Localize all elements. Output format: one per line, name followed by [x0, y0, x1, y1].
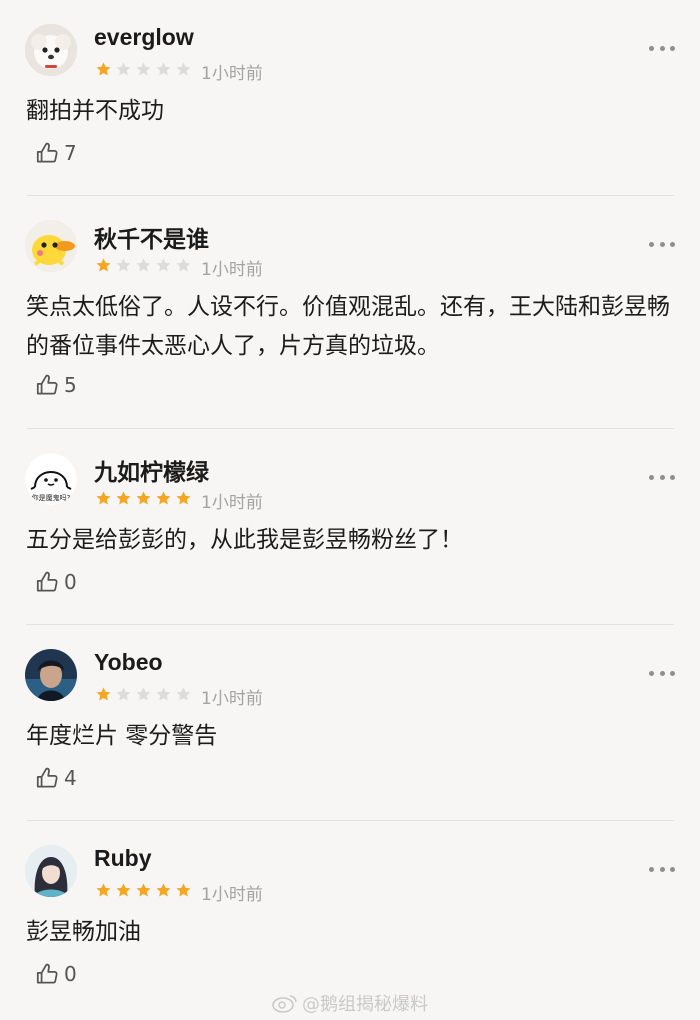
- username[interactable]: everglow: [94, 24, 194, 51]
- more-options-icon[interactable]: [649, 867, 675, 873]
- rating-stars: [95, 61, 192, 79]
- like-count: 7: [64, 141, 77, 165]
- star-empty-icon: [115, 257, 132, 275]
- like-button[interactable]: 0: [34, 569, 77, 595]
- ghost-avatar-icon[interactable]: 你是魔鬼吗?: [25, 453, 77, 505]
- dog-avatar-icon[interactable]: [25, 24, 77, 76]
- star-filled-icon: [95, 686, 112, 704]
- comment-text: 翻拍并不成功: [26, 98, 164, 124]
- avatar-caption: 你是魔鬼吗?: [31, 494, 71, 502]
- star-empty-icon: [115, 61, 132, 79]
- star-empty-icon: [175, 61, 192, 79]
- timestamp: 1小时前: [201, 493, 263, 513]
- comment-item: Yobeo 1小时前 年度烂片 零分警告 4: [0, 625, 700, 821]
- timestamp: 1小时前: [201, 64, 263, 84]
- duck-avatar-icon[interactable]: [25, 220, 77, 272]
- watermark: @鹅组揭秘爆料: [272, 990, 428, 1016]
- more-options-icon[interactable]: [649, 46, 675, 52]
- comment-list: everglow 1小时前 翻拍并不成功 7 秋千不是谁 1小时前 笑点太低俗了…: [0, 0, 700, 1020]
- star-filled-icon: [95, 257, 112, 275]
- like-button[interactable]: 0: [34, 961, 77, 987]
- star-filled-icon: [135, 882, 152, 900]
- like-button[interactable]: 4: [34, 765, 77, 791]
- comment-text: 五分是给彭彭的，从此我是彭昱畅粉丝了！: [26, 527, 463, 553]
- star-filled-icon: [135, 490, 152, 508]
- comment-item: 秋千不是谁 1小时前 笑点太低俗了。人设不行。价值观混乱。还有，王大陆和彭昱畅的…: [0, 196, 700, 429]
- star-empty-icon: [155, 257, 172, 275]
- star-filled-icon: [95, 882, 112, 900]
- username[interactable]: Ruby: [94, 845, 152, 872]
- comment-item: everglow 1小时前 翻拍并不成功 7: [0, 0, 700, 196]
- username[interactable]: 九如柠檬绿: [94, 453, 209, 487]
- comment-text: 笑点太低俗了。人设不行。价值观混乱。还有，王大陆和彭昱畅的番位事件太恶心人了，片…: [26, 294, 670, 359]
- like-button[interactable]: 7: [34, 140, 77, 166]
- username[interactable]: 秋千不是谁: [94, 220, 209, 254]
- star-empty-icon: [175, 686, 192, 704]
- star-filled-icon: [155, 882, 172, 900]
- star-empty-icon: [135, 61, 152, 79]
- thumbs-up-icon: [36, 963, 58, 984]
- thumbs-up-icon: [36, 571, 58, 592]
- timestamp: 1小时前: [201, 885, 263, 905]
- star-empty-icon: [175, 257, 192, 275]
- like-count: 5: [64, 373, 77, 397]
- comment-text: 年度烂片 零分警告: [26, 723, 218, 749]
- star-filled-icon: [95, 490, 112, 508]
- weibo-logo-icon: [272, 995, 297, 1013]
- girl-avatar-icon[interactable]: [25, 845, 77, 897]
- like-count: 0: [64, 570, 77, 594]
- star-filled-icon: [175, 882, 192, 900]
- star-filled-icon: [95, 61, 112, 79]
- star-empty-icon: [155, 61, 172, 79]
- comment-item: 你是魔鬼吗? 九如柠檬绿 1小时前 五分是给彭彭的，从此我是彭昱畅粉丝了！ 0: [0, 429, 700, 625]
- rating-stars: [95, 882, 192, 900]
- star-filled-icon: [175, 490, 192, 508]
- person-avatar-icon[interactable]: [25, 649, 77, 701]
- star-empty-icon: [135, 686, 152, 704]
- like-count: 0: [64, 962, 77, 986]
- comment-text: 彭昱畅加油: [26, 919, 141, 945]
- rating-stars: [95, 686, 192, 704]
- rating-stars: [95, 490, 192, 508]
- star-empty-icon: [135, 257, 152, 275]
- thumbs-up-icon: [36, 374, 58, 395]
- rating-stars: [95, 257, 192, 275]
- like-button[interactable]: 5: [34, 372, 77, 398]
- more-options-icon[interactable]: [649, 242, 675, 248]
- thumbs-up-icon: [36, 142, 58, 163]
- more-options-icon[interactable]: [649, 475, 675, 481]
- timestamp: 1小时前: [201, 689, 263, 709]
- timestamp: 1小时前: [201, 260, 263, 280]
- star-filled-icon: [155, 490, 172, 508]
- star-filled-icon: [115, 882, 132, 900]
- star-empty-icon: [155, 686, 172, 704]
- more-options-icon[interactable]: [649, 671, 675, 677]
- watermark-text: @鹅组揭秘爆料: [302, 994, 428, 1015]
- username[interactable]: Yobeo: [94, 649, 163, 676]
- star-empty-icon: [115, 686, 132, 704]
- star-filled-icon: [115, 490, 132, 508]
- thumbs-up-icon: [36, 767, 58, 788]
- like-count: 4: [64, 766, 77, 790]
